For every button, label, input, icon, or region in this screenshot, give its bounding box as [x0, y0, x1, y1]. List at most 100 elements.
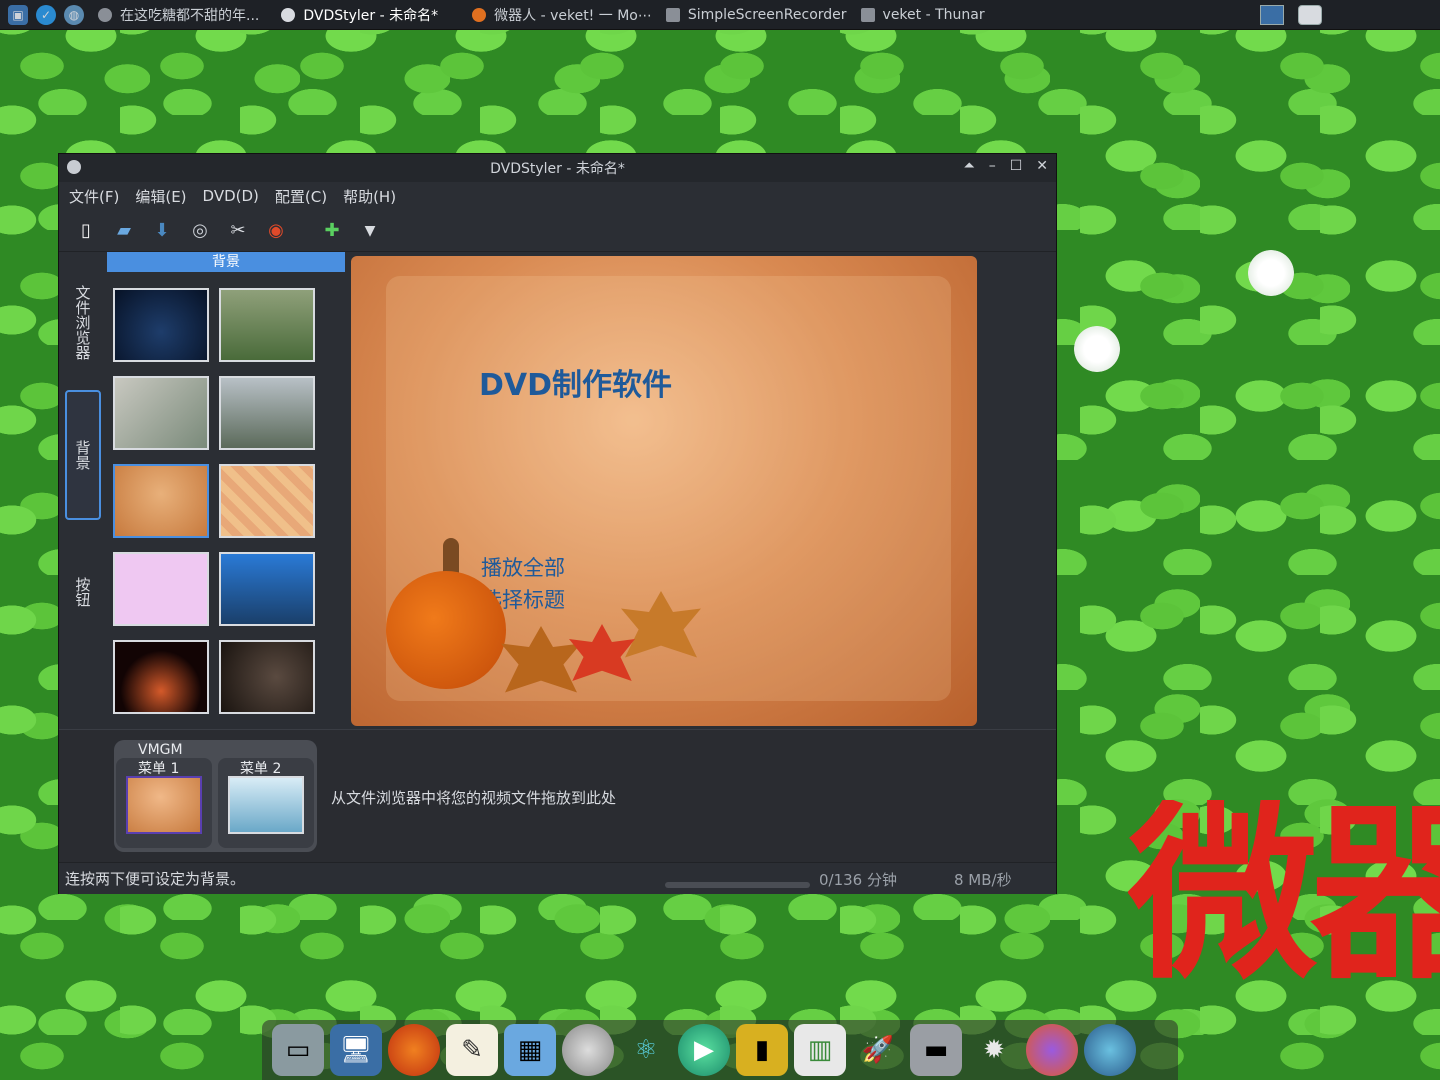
task-label: SimpleScreenRecorder [687, 6, 847, 23]
disc-burner-icon[interactable] [562, 1024, 614, 1076]
settings-icon[interactable]: ✂ [225, 218, 251, 244]
task-item-browser[interactable]: 微器人 - veket! 一 Mo⋯ [472, 5, 652, 25]
minimize-button[interactable]: – [989, 158, 996, 174]
window-titlebar[interactable]: DVDStyler - 未命名* ⏶ – ☐ ✕ [59, 154, 1056, 182]
settings-gear-icon[interactable]: ✹ [968, 1024, 1020, 1076]
globe-icon[interactable] [1084, 1024, 1136, 1076]
bg-thumbnail[interactable] [219, 464, 315, 538]
menu-2-thumbnail [228, 776, 304, 834]
status-message: 连按两下便可设定为背景。 [65, 870, 246, 888]
check-app-icon[interactable]: ✓ [36, 4, 56, 25]
bg-thumbnail[interactable] [113, 376, 209, 450]
tab-file-browser[interactable]: 文件浏览器 [65, 262, 101, 382]
menu-file[interactable]: 文件(F) [69, 186, 119, 207]
monitor-icon[interactable]: 🖥 [330, 1024, 382, 1076]
folder-task-icon [860, 7, 875, 22]
menu-help[interactable]: 帮助(H) [343, 186, 396, 207]
editor-side-strip [979, 252, 1056, 727]
chart-app-icon[interactable]: ▥ [794, 1024, 846, 1076]
system-tray [1260, 4, 1322, 25]
image-viewer-icon[interactable]: ▦ [504, 1024, 556, 1076]
task-label: veket - Thunar [882, 6, 985, 23]
bg-thumbnail[interactable] [219, 552, 315, 626]
recorder-task-icon [665, 7, 680, 22]
shade-button[interactable]: ⏶ [964, 158, 975, 174]
tab-label: 文件浏览器 [73, 284, 92, 360]
app-icon [67, 160, 81, 174]
rocket-icon[interactable]: 🚀 [852, 1024, 904, 1076]
background-panel: 背景 [107, 252, 391, 727]
side-tabs: 文件浏览器 背景 按钮 [59, 252, 107, 727]
menu-2-label: 菜单 2 [240, 761, 282, 777]
tab-buttons[interactable]: 按钮 [65, 552, 101, 632]
bottom-dock: ▭ 🖥 ✎ ▦ ⚛ ▶ ▮ ▥ 🚀 ▬ ✹ [262, 1020, 1178, 1080]
clover-flower [1248, 250, 1294, 296]
drop-hint-text: 从文件浏览器中将您的视频文件拖放到此处 [331, 789, 617, 807]
menu-1-card[interactable]: 菜单 1 [116, 758, 212, 848]
task-item-1[interactable]: 在这吃糖都不甜的年... [98, 5, 259, 25]
save-icon[interactable]: ⬇ [149, 218, 175, 244]
toolbar: ▯ ▰ ⬇ ◎ ✂ ◉ ✚ ▼ [59, 210, 1056, 252]
menu-2-card[interactable]: 菜单 2 [218, 758, 314, 848]
menu-1-label: 菜单 1 [138, 761, 180, 777]
vmgm-label: VMGM [138, 742, 183, 758]
new-icon[interactable]: ▯ [73, 218, 99, 244]
firefox-alt-icon[interactable] [1026, 1024, 1078, 1076]
menu-preview-canvas[interactable]: DVD制作软件 播放全部 选择标题 [351, 256, 977, 726]
disc-usage-progress [665, 882, 810, 888]
menu-edit[interactable]: 编辑(E) [135, 186, 186, 207]
firefox-icon[interactable] [388, 1024, 440, 1076]
menu-dvd[interactable]: DVD(D) [203, 187, 259, 205]
menubar: 文件(F) 编辑(E) DVD(D) 配置(C) 帮助(H) [59, 182, 1056, 210]
open-icon[interactable]: ▰ [111, 218, 137, 244]
task-label: DVDStyler - 未命名* [303, 7, 439, 24]
main-body: 文件浏览器 背景 按钮 背景 DVD制作软件 播放全部 选择标题 [59, 252, 1056, 727]
desktop-icon[interactable]: ▭ [272, 1024, 324, 1076]
vmgm-group[interactable]: VMGM 菜单 1 菜单 2 [114, 740, 317, 852]
clover-flower [1074, 326, 1120, 372]
dropdown-arrow-icon[interactable]: ▼ [357, 218, 383, 244]
bg-thumbnail[interactable] [113, 288, 209, 362]
bg-thumbnail[interactable] [219, 288, 315, 362]
tab-label: 按钮 [73, 577, 92, 607]
close-button[interactable]: ✕ [1036, 158, 1048, 174]
media-player-icon[interactable]: ▶ [678, 1024, 730, 1076]
task-label: 在这吃糖都不甜的年... [120, 7, 260, 24]
titleset-manager: VMGM 菜单 1 菜单 2 从文件浏览器中将您的视频文件拖放到此处 [59, 729, 1056, 862]
background-thumbnails [113, 288, 315, 714]
bg-thumbnail-selected[interactable] [113, 464, 209, 538]
bg-thumbnail[interactable] [113, 640, 209, 714]
task-icon [98, 7, 112, 22]
network-icon[interactable]: ◍ [64, 4, 84, 25]
task-item-thunar[interactable]: veket - Thunar [860, 6, 985, 23]
bg-thumbnail[interactable] [113, 552, 209, 626]
desktop-watermark-text: 微器 [1128, 800, 1440, 990]
text-editor-icon[interactable]: ✎ [446, 1024, 498, 1076]
drive-icon[interactable]: ▬ [910, 1024, 962, 1076]
window-title: DVDStyler - 未命名* [490, 161, 625, 177]
task-label: 微器人 - veket! 一 Mo⋯ [494, 7, 652, 24]
dvd-tray-icon[interactable] [1298, 4, 1322, 25]
statusbar: 连按两下便可设定为背景。 0/136 分钟 8 MB/秒 [59, 862, 1056, 894]
add-file-icon[interactable]: ✚ [319, 218, 345, 244]
menu-title-text[interactable]: DVD制作软件 [479, 360, 672, 404]
menu-config[interactable]: 配置(C) [275, 186, 327, 207]
bg-thumbnail[interactable] [219, 640, 315, 714]
dvd-icon[interactable]: ◉ [263, 218, 289, 244]
tab-background[interactable]: 背景 [65, 390, 101, 520]
play-all-menu-button[interactable]: 播放全部 [481, 552, 565, 582]
pumpkin-decoration [386, 571, 506, 689]
task-item-dvdstyler[interactable]: DVDStyler - 未命名* [281, 5, 438, 25]
maximize-button[interactable]: ☐ [1010, 158, 1023, 174]
bg-thumbnail[interactable] [219, 376, 315, 450]
atom-icon[interactable]: ⚛ [620, 1024, 672, 1076]
top-taskbar: ▣ ✓ ◍ 在这吃糖都不甜的年... DVDStyler - 未命名* 微器人 … [0, 0, 1440, 30]
display-tray-icon[interactable] [1260, 4, 1284, 25]
tab-label: 背景 [73, 440, 92, 470]
task-item-recorder[interactable]: SimpleScreenRecorder [665, 6, 847, 23]
screenshot-icon[interactable]: ▣ [8, 4, 28, 25]
burn-icon[interactable]: ◎ [187, 218, 213, 244]
dvdstyler-window: DVDStyler - 未命名* ⏶ – ☐ ✕ 文件(F) 编辑(E) DVD… [58, 153, 1057, 894]
status-rate: 8 MB/秒 [954, 871, 1012, 889]
contacts-icon[interactable]: ▮ [736, 1024, 788, 1076]
